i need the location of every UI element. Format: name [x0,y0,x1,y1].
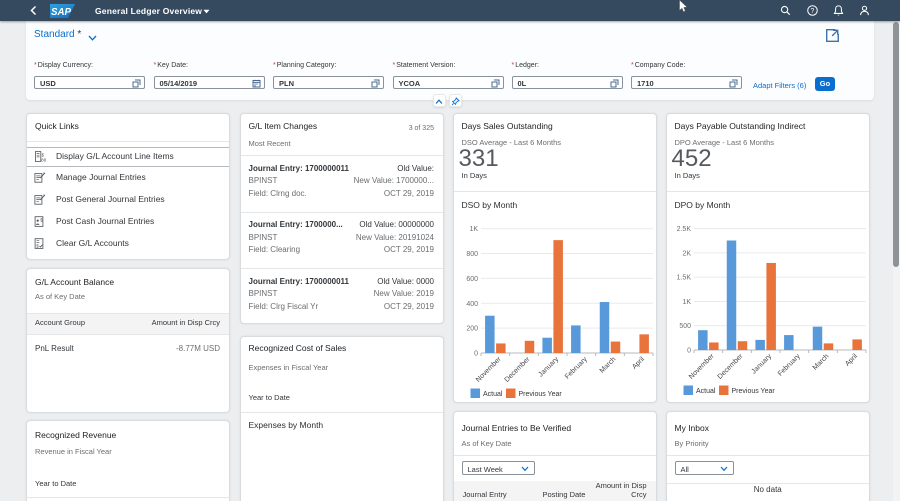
svg-text:1K: 1K [682,299,691,306]
svg-text:800: 800 [466,251,478,258]
svg-text:January: January [750,353,773,376]
svg-text:Previous Year: Previous Year [518,391,562,398]
svg-text:2.5K: 2.5K [676,226,691,233]
svg-text:0: 0 [687,348,691,355]
svg-text:$: $ [36,244,39,249]
svg-text:Actual: Actual [696,388,716,395]
svg-text:600: 600 [466,276,478,283]
svg-text:April: April [631,356,646,371]
svg-text:1K: 1K [469,226,478,233]
svg-text:November: November [687,352,715,380]
svg-text:?: ? [810,8,814,15]
svg-text:500: 500 [679,323,691,330]
svg-text:March: March [598,356,617,375]
svg-text:SAP: SAP [51,6,72,17]
svg-text:2K: 2K [682,250,691,257]
svg-text:April: April [844,353,859,368]
svg-text:0: 0 [474,351,478,358]
svg-text:December: December [716,352,744,380]
svg-text:88: 88 [41,157,46,162]
svg-text:Previous Year: Previous Year [731,388,775,395]
svg-text:February: February [776,353,801,378]
svg-text:200: 200 [466,326,478,333]
svg-text:March: March [811,353,830,372]
svg-text:$: $ [40,217,43,223]
svg-text:December: December [503,355,531,383]
svg-text:1.5K: 1.5K [676,275,691,282]
svg-text:400: 400 [466,301,478,308]
svg-text:February: February [563,356,588,381]
svg-text:November: November [474,355,502,383]
svg-text:Actual: Actual [483,391,503,398]
svg-text:January: January [537,356,560,379]
